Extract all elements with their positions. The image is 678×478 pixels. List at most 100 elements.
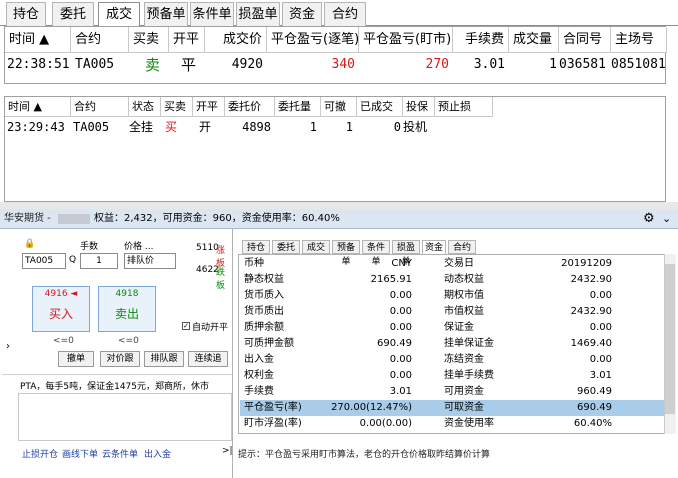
sell-zero: <=0 [118,336,139,346]
funds-label: 币种 [244,258,264,269]
col2-qty[interactable]: 委托量 [275,97,321,117]
funds-value: 0.00 [389,322,412,333]
auto-close-checkbox[interactable]: ✓ [182,322,190,330]
order-side: 买 [165,120,178,134]
col2-status[interactable]: 状态 [129,97,161,117]
funds-label: 质押余额 [244,322,284,333]
chase-button[interactable]: 连续追 [188,351,228,367]
splitter[interactable] [0,202,678,209]
scrollbar-thumb[interactable] [665,264,675,414]
funds-value: 0.00 [589,290,612,301]
tab-trades[interactable]: 成交 [98,2,140,27]
col2-open-close[interactable]: 开平 [193,97,225,117]
col2-hedge[interactable]: 投保 [403,97,435,117]
funds-label: 保证金 [444,322,474,333]
order-cancelable: 1 [345,120,353,134]
col-pnl-mtm[interactable]: 平仓盈亏(盯市) [359,27,453,53]
buy-label: 买入 [48,307,73,321]
col2-side[interactable]: 买卖 [161,97,193,117]
trade-pnl-trade: 340 [331,57,355,72]
funds-value: 3.01 [389,386,412,397]
contract-input[interactable]: TA005 [22,253,66,269]
tab2-positions[interactable]: 持仓 [242,240,270,254]
col-time[interactable]: 时间 ▲ [5,27,71,53]
tab-funds[interactable]: 资金 [282,2,322,26]
funds-label: 静态权益 [244,274,284,285]
lock-icon[interactable]: 🔒 [24,239,35,249]
tab2-funds[interactable]: 资金 [422,240,446,254]
tab-contracts[interactable]: 合约 [324,2,366,26]
gear-icon[interactable]: ⚙ [643,209,655,229]
link-transfer[interactable]: 出入金 [144,447,171,460]
col-fee[interactable]: 手续费 [453,27,509,53]
funds-value: 270.00(12.47%) [331,402,412,413]
col-exchange-no[interactable]: 主场号 [611,27,667,53]
expand-icon[interactable]: › [6,341,10,352]
tab-orders[interactable]: 委托 [52,2,94,26]
tab-stop-profit[interactable]: 损盈单 [236,2,280,26]
col-price[interactable]: 成交价 [205,27,267,53]
orders-grid: 时间 ▲ 合约 状态 买卖 开平 委托价 委托量 可撤 已成交 投保 预止损 2… [4,96,666,202]
funds-label: 权利金 [244,370,274,381]
tab-positions[interactable]: 持仓 [6,2,46,26]
tab-conditional[interactable]: 条件单 [190,2,234,26]
col2-cancelable[interactable]: 可撤 [321,97,357,117]
account-summary: 权益：2,432，可用资金：960，资金使用率：60.40% [94,213,340,224]
funds-label: 冻结资金 [444,354,484,365]
follow-queue-button[interactable]: 排队跟 [144,351,184,367]
col2-price[interactable]: 委托价 [225,97,275,117]
funds-label: 期权市值 [444,290,484,301]
tab2-conditional[interactable]: 条件单 [362,240,390,267]
col-contract[interactable]: 合约 [71,27,129,53]
price-mode-select[interactable]: 排队价 [124,253,176,269]
tab2-orders[interactable]: 委托 [272,240,300,254]
funds-row: 货币质出 0.00 市值权益 2432.90 [240,304,664,320]
search-icon[interactable]: Q [69,255,76,265]
buy-button[interactable]: 4916 ◄ 买入 [32,286,90,332]
funds-value: 2165.91 [370,274,412,285]
tab2-prepared[interactable]: 预备单 [332,240,360,267]
account-mask [58,214,90,224]
follow-opposite-button[interactable]: 对价跟 [100,351,140,367]
link-cloud-condition[interactable]: 云条件单 [102,447,138,460]
sell-button[interactable]: 4918 卖出 [98,286,156,332]
order-filled: 0 [393,120,401,134]
collapse-icon[interactable]: ⌄ [662,209,671,229]
col-open-close[interactable]: 开平 [169,27,205,53]
tab2-stop-profit[interactable]: 损盈单 [392,240,420,267]
funds-label: 货币质出 [244,306,284,317]
col2-contract[interactable]: 合约 [71,97,129,117]
qty-stepper[interactable]: 1 [80,253,118,269]
col-volume[interactable]: 成交量 [509,27,559,53]
expand-right-icon[interactable]: >| [222,446,233,456]
link-stop-open[interactable]: 止损开仓 [22,447,58,460]
funds-value: 0.00 [389,290,412,301]
tab-prepared[interactable]: 预备单 [144,2,188,26]
col-pnl-trade[interactable]: 平仓盈亏(逐笔) [267,27,359,53]
col2-time[interactable]: 时间 ▲ [5,97,71,117]
funds-value: 0.00 [589,322,612,333]
tab2-trades[interactable]: 成交 [302,240,330,254]
trades-grid: 时间 ▲ 合约 买卖 开平 成交价 平仓盈亏(逐笔) 平仓盈亏(盯市) 手续费 … [4,26,667,84]
funds-value: 20191209 [561,258,612,269]
link-line-order[interactable]: 画线下单 [62,447,98,460]
col2-stop[interactable]: 预止损 [435,97,493,117]
funds-value: CNY [391,258,412,269]
cancel-order-button[interactable]: 撤单 [58,351,94,367]
trade-fee: 3.01 [473,57,505,72]
account-bar: 华安期货 - 权益：2,432，可用资金：960，资金使用率：60.40% ⚙ … [0,209,678,229]
tab2-contracts[interactable]: 合约 [448,240,476,254]
trade-volume: 1 [549,57,557,72]
col-contract-no[interactable]: 合同号 [559,27,611,53]
funds-value: 0.00 [389,354,412,365]
funds-value: 1469.40 [570,338,612,349]
funds-label: 市值权益 [444,306,484,317]
order-time: 23:29:43 [7,120,65,134]
col-side[interactable]: 买卖 [129,27,169,53]
funds-label: 平仓盈亏(率) [244,402,302,413]
trade-exchange-no: 0851081 [611,57,666,72]
col2-filled[interactable]: 已成交 [357,97,403,117]
funds-label: 可质押金额 [244,338,294,349]
funds-label: 挂单保证金 [444,338,494,349]
funds-value: 0.00 [589,354,612,365]
